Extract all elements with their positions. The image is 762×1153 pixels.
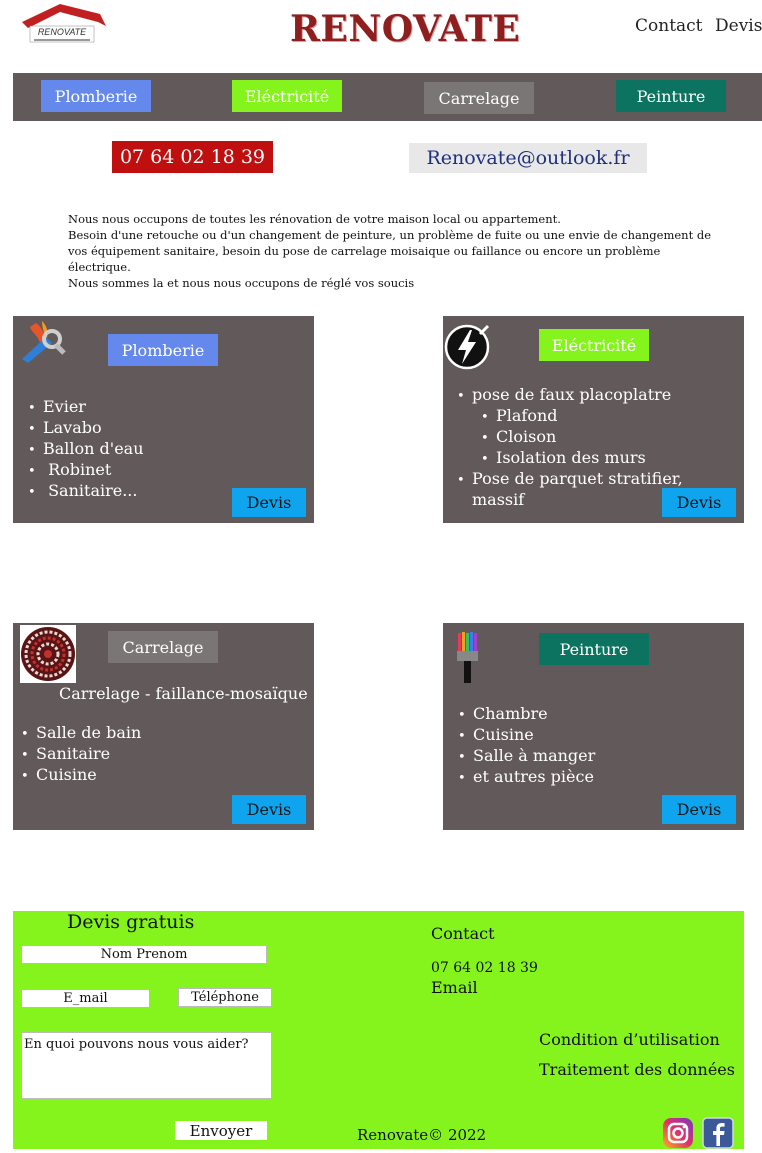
- plumbing-icon: [16, 319, 66, 365]
- terms-link[interactable]: Condition d’utilisation: [539, 1030, 720, 1049]
- nav-link-contact[interactable]: Contact: [635, 16, 703, 36]
- list-item: Sanitaire: [21, 744, 141, 765]
- card-peinture: Peinture Chambre Cuisine Salle à manger …: [443, 623, 744, 830]
- list-item: pose de faux placoplatre: [457, 385, 717, 406]
- privacy-link[interactable]: Traitement des données: [539, 1060, 735, 1079]
- mosaic-tile-icon: [20, 625, 76, 683]
- list-item: Salle à manger: [458, 746, 595, 767]
- list-item: Isolation des murs: [457, 448, 717, 469]
- nav-plomberie-button[interactable]: Plomberie: [41, 80, 151, 112]
- instagram-icon[interactable]: [662, 1117, 694, 1149]
- list-item: Plafond: [457, 406, 717, 427]
- list-item: Robinet: [28, 460, 144, 481]
- nav-carrelage-button[interactable]: Carrelage: [424, 82, 534, 114]
- card-carrelage-title[interactable]: Carrelage: [108, 631, 218, 663]
- card-carrelage-list: Salle de bain Sanitaire Cuisine: [21, 723, 141, 786]
- devis-button[interactable]: Devis: [232, 795, 306, 824]
- list-item: Pose de parquet stratifier,: [457, 469, 717, 490]
- name-field[interactable]: Nom Prenom: [21, 945, 267, 964]
- phone-field[interactable]: Téléphone: [178, 988, 272, 1007]
- nav-peinture-button[interactable]: Peinture: [616, 80, 726, 112]
- intro-line: Besoin d'une retouche ou d'un changement…: [68, 228, 712, 274]
- list-item: Ballon d'eau: [28, 439, 144, 460]
- card-carrelage-subtitle: Carrelage - faillance-mosaïque: [59, 684, 308, 703]
- card-plomberie: Plomberie Evier Lavabo Ballon d'eau Robi…: [13, 316, 314, 523]
- logo-text: RENOVATE: [38, 27, 87, 37]
- list-item: Cloison: [457, 427, 717, 448]
- list-item: Lavabo: [28, 418, 144, 439]
- list-item: Salle de bain: [21, 723, 141, 744]
- devis-button[interactable]: Devis: [662, 795, 736, 824]
- brand-title: RENOVATE: [290, 8, 521, 50]
- intro-line: Nous nous occupons de toutes les rénovat…: [68, 212, 561, 226]
- card-peinture-title[interactable]: Peinture: [539, 633, 649, 665]
- facebook-icon[interactable]: [702, 1117, 734, 1149]
- card-plomberie-title[interactable]: Plomberie: [108, 334, 218, 366]
- footer: Devis gratuis Nom Prenom E_mail Téléphon…: [13, 911, 744, 1149]
- card-electricite-title[interactable]: Eléctricité: [539, 329, 649, 361]
- card-carrelage: Carrelage Carrelage - faillance-mosaïque…: [13, 623, 314, 830]
- list-item: et autres pièce: [458, 767, 595, 788]
- card-electricite: Eléctricité pose de faux placoplatre Pla…: [443, 316, 744, 523]
- copyright: Renovate© 2022: [357, 1126, 487, 1144]
- list-item: Cuisine: [458, 725, 595, 746]
- nav-link-devis[interactable]: Devis: [715, 16, 762, 36]
- devis-button[interactable]: Devis: [662, 488, 736, 517]
- logo[interactable]: RENOVATE: [20, 2, 106, 46]
- list-item: Cuisine: [21, 765, 141, 786]
- submit-button[interactable]: Envoyer: [175, 1121, 267, 1140]
- nav-electricite-button[interactable]: Eléctricité: [232, 80, 342, 112]
- list-item: Evier: [28, 397, 144, 418]
- card-peinture-list: Chambre Cuisine Salle à manger et autres…: [458, 704, 595, 788]
- list-item: Sanitaire...: [28, 481, 144, 502]
- intro-line: Nous sommes la et nous nous occupons de …: [68, 276, 415, 290]
- email-badge[interactable]: Renovate@outlook.fr: [409, 143, 647, 173]
- phone-badge[interactable]: 07 64 02 18 39: [112, 141, 273, 173]
- message-field[interactable]: En quoi pouvons nous vous aider?: [21, 1032, 272, 1099]
- contact-email[interactable]: Email: [431, 978, 478, 997]
- contact-phone[interactable]: 07 64 02 18 39: [431, 960, 538, 976]
- contact-title: Contact: [431, 924, 495, 943]
- electric-plug-icon: [444, 322, 492, 372]
- list-item: Chambre: [458, 704, 595, 725]
- card-plomberie-list: Evier Lavabo Ballon d'eau Robinet Sanita…: [28, 397, 144, 502]
- form-title: Devis gratuis: [67, 911, 195, 933]
- paint-brush-icon: [453, 631, 485, 687]
- email-field[interactable]: E_mail: [21, 989, 150, 1008]
- devis-button[interactable]: Devis: [232, 488, 306, 517]
- intro-text: Nous nous occupons de toutes les rénovat…: [68, 211, 718, 291]
